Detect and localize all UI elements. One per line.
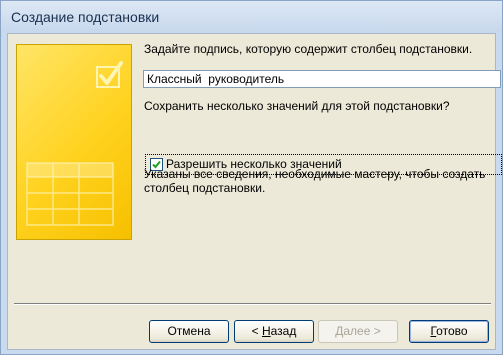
- table-wizard-image-icon: [16, 44, 132, 240]
- info-text-line-2: столбец подстановки.: [144, 181, 266, 195]
- lookup-caption-input[interactable]: [143, 70, 501, 88]
- next-button-label: алее >: [343, 324, 381, 338]
- info-text-line-1: Указаны все сведения, необходимые мастер…: [144, 167, 486, 181]
- title-bar[interactable]: Создание подстановки: [1, 1, 502, 33]
- window-title: Создание подстановки: [11, 9, 160, 25]
- back-button[interactable]: < Назад: [234, 320, 314, 343]
- multi-values-prompt-label: Сохранить несколько значений для этой по…: [144, 99, 450, 113]
- back-button-prefix: <: [251, 324, 262, 338]
- finish-button[interactable]: Готово: [409, 320, 489, 343]
- wizard-client-area: Задайте подпись, которую содержит столбе…: [7, 33, 502, 350]
- cancel-button[interactable]: Отмена: [149, 320, 229, 343]
- button-separator: [14, 303, 491, 305]
- next-button[interactable]: Далее >: [318, 320, 398, 343]
- wizard-window: Создание подстановки Задайте подпись, ко…: [0, 0, 503, 355]
- back-button-label: азад: [270, 324, 297, 338]
- finish-button-label: отово: [436, 324, 468, 338]
- back-button-hotkey: Н: [261, 324, 271, 338]
- caption-prompt-label: Задайте подпись, которую содержит столбе…: [144, 42, 473, 56]
